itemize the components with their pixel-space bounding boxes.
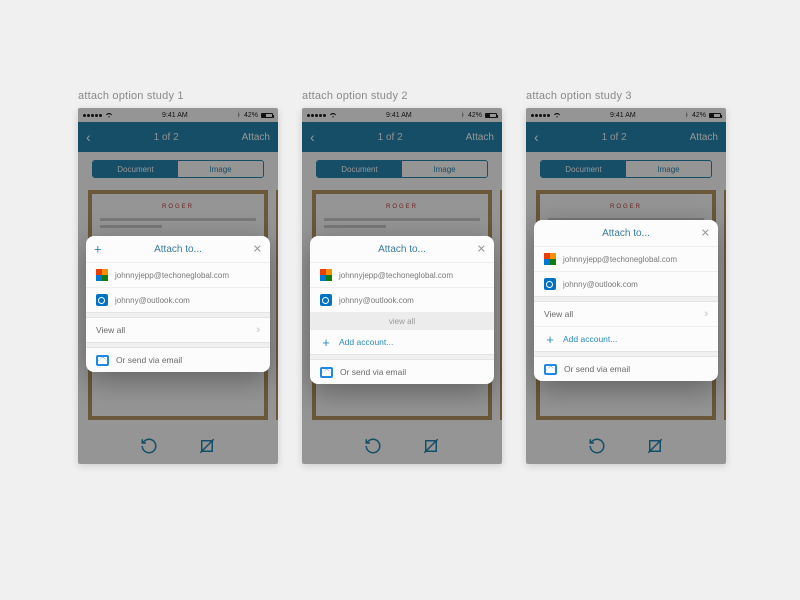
add-account-label: Add account... [339, 337, 393, 347]
study-3: attach option study 3 9:41 AM ᚼ 42% ‹ 1 … [526, 90, 726, 464]
account-outlook-row[interactable]: johnny@outlook.com [534, 272, 718, 296]
send-email-label: Or send via email [116, 355, 182, 365]
close-icon[interactable]: ✕ [477, 243, 486, 256]
chevron-right-icon: › [704, 308, 708, 320]
account-outlook-row[interactable]: johnny@outlook.com [86, 288, 270, 312]
send-email-row[interactable]: Or send via email [534, 357, 718, 381]
mail-icon [96, 355, 109, 366]
close-icon[interactable]: ✕ [701, 227, 710, 240]
add-icon[interactable]: + [94, 242, 102, 257]
outlook-icon [96, 294, 108, 306]
send-email-row[interactable]: Or send via email [86, 348, 270, 372]
chevron-right-icon: › [256, 324, 260, 336]
account-office-label: johnnyjepp@techoneglobal.com [115, 271, 229, 280]
study-label: attach option study 2 [302, 90, 502, 102]
view-all-row[interactable]: view all [310, 312, 494, 330]
office-icon [320, 269, 332, 281]
account-outlook-row[interactable]: johnny@outlook.com [310, 288, 494, 312]
view-all-label: view all [389, 317, 415, 326]
send-email-row[interactable]: Or send via email [310, 360, 494, 384]
account-outlook-label: johnny@outlook.com [115, 296, 190, 305]
attach-sheet: + Attach to... ✕ johnnyjepp@techonegloba… [86, 236, 270, 372]
view-all-row[interactable]: View all › [86, 318, 270, 342]
mail-icon [320, 367, 333, 378]
sheet-title: Attach to... [602, 228, 650, 239]
office-icon [96, 269, 108, 281]
study-2: attach option study 2 9:41 AM ᚼ 42% ‹ 1 … [302, 90, 502, 464]
sheet-title: Attach to... [378, 244, 426, 255]
phone-frame: 9:41 AM ᚼ 42% ‹ 1 of 2 Attach Document I… [78, 108, 278, 464]
plus-icon: + [320, 335, 332, 350]
account-office-row[interactable]: johnnyjepp@techoneglobal.com [534, 247, 718, 271]
phone-frame: 9:41 AM ᚼ 42% ‹ 1 of 2 Attach Document I… [302, 108, 502, 464]
view-all-label: View all [96, 325, 125, 335]
outlook-icon [544, 278, 556, 290]
account-office-row[interactable]: johnnyjepp@techoneglobal.com [86, 263, 270, 287]
study-label: attach option study 3 [526, 90, 726, 102]
phone-frame: 9:41 AM ᚼ 42% ‹ 1 of 2 Attach Document I… [526, 108, 726, 464]
office-icon [544, 253, 556, 265]
plus-icon: + [544, 332, 556, 347]
add-account-row[interactable]: + Add account... [310, 330, 494, 354]
sheet-title: Attach to... [154, 244, 202, 255]
close-icon[interactable]: ✕ [253, 243, 262, 256]
outlook-icon [320, 294, 332, 306]
sheet-header: + Attach to... ✕ [86, 236, 270, 262]
attach-sheet: Attach to... ✕ johnnyjepp@techoneglobal.… [534, 220, 718, 381]
account-office-row[interactable]: johnnyjepp@techoneglobal.com [310, 263, 494, 287]
study-label: attach option study 1 [78, 90, 278, 102]
mail-icon [544, 364, 557, 375]
study-1: attach option study 1 9:41 AM ᚼ 42% ‹ 1 … [78, 90, 278, 464]
add-account-row[interactable]: + Add account... [534, 327, 718, 351]
attach-sheet: Attach to... ✕ johnnyjepp@techoneglobal.… [310, 236, 494, 384]
view-all-row[interactable]: View all › [534, 302, 718, 326]
